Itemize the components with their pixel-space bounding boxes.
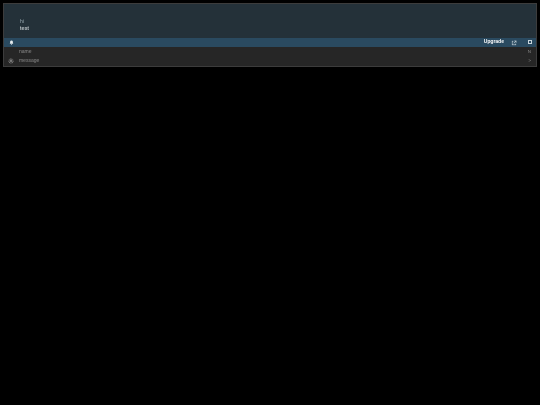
gear-icon[interactable]	[8, 58, 14, 64]
upgrade-button[interactable]: Upgrade	[484, 39, 504, 46]
toolbar: Upgrade	[4, 38, 536, 47]
message-field[interactable]: message >	[4, 56, 536, 66]
name-input[interactable]: name	[19, 49, 32, 55]
chat-history: hi test	[4, 4, 536, 38]
chat-panel: hi test Upgrade name N message >	[3, 3, 537, 67]
message-input[interactable]: message	[19, 58, 39, 64]
send-indicator[interactable]: >	[528, 58, 531, 64]
square-icon[interactable]	[528, 40, 532, 44]
external-link-icon[interactable]	[511, 40, 517, 46]
bell-icon[interactable]	[9, 40, 14, 45]
name-indicator: N	[527, 49, 531, 54]
message-line-1: hi	[20, 19, 24, 25]
message-line-2: test	[20, 26, 29, 32]
